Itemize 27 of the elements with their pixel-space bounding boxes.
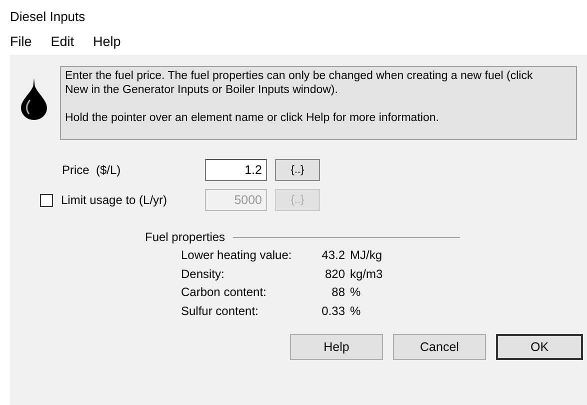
property-unit: kg/m3 — [350, 266, 383, 283]
property-unit: MJ/kg — [350, 247, 382, 264]
menu-item[interactable]: Help — [93, 32, 130, 53]
property-value: 820 — [324, 266, 345, 283]
property-label: Carbon content: — [181, 284, 268, 302]
info-text: Enter the fuel price. The fuel properties can only be changed when creating a new fuel (click New in the Generator Inputs or Boiler Inputs window). — [65, 69, 534, 97]
section-title: Fuel properties — [145, 229, 226, 246]
dialog-button[interactable]: Help — [290, 334, 383, 360]
dialog-button[interactable]: OK — [496, 334, 583, 360]
dialog-button[interactable]: Cancel — [393, 334, 486, 360]
property-unit: % — [350, 302, 361, 320]
menu-item[interactable]: File — [10, 32, 41, 53]
info-text: Hold the pointer over an element name or click Help for more information. — [65, 111, 440, 125]
input-field[interactable]: 1.2 — [205, 159, 267, 181]
property-label: Sulfur content: — [181, 302, 260, 320]
field-label: Limit usage to (L/yr) — [61, 192, 168, 209]
window-title: Diesel Inputs — [9, 8, 86, 26]
property-value: 0.33 — [320, 302, 345, 320]
property-value: 43.2 — [320, 247, 345, 264]
property-label: Lower heating value: — [181, 247, 293, 264]
field-label: Price ($/L) — [62, 162, 121, 179]
options-button[interactable]: {..} — [275, 159, 320, 181]
property-label: Density: — [181, 266, 226, 283]
property-unit: % — [350, 284, 361, 302]
menu-item[interactable]: Edit — [50, 32, 84, 53]
oil-drop-icon — [20, 78, 48, 120]
property-value: 88 — [330, 284, 345, 302]
